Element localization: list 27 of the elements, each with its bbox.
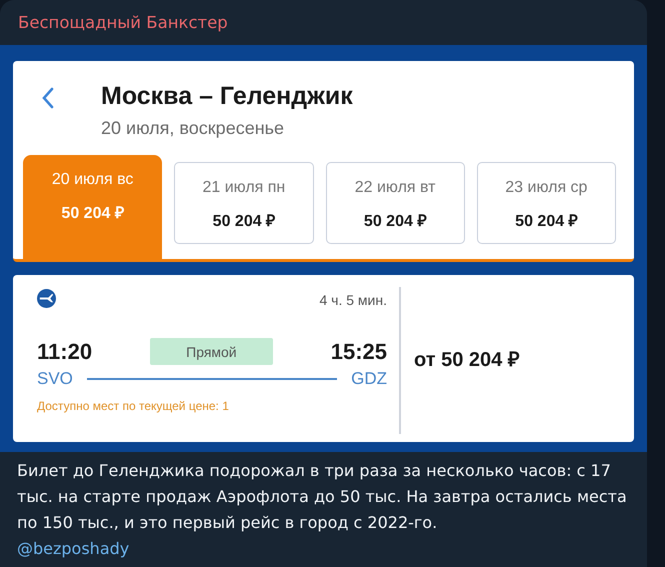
date-tab[interactable]: 23 июля ср 50 204 ₽ xyxy=(476,162,616,244)
route-date: 20 июля, воскресенье xyxy=(101,117,286,139)
seats-note: Доступно мест по текущей цене: 1 xyxy=(37,399,230,413)
airport-code: SVO xyxy=(37,369,73,389)
date-label: 20 июля вс xyxy=(52,170,134,190)
date-price: 50 204 ₽ xyxy=(61,204,124,224)
departure-time: 11:20 xyxy=(37,338,92,364)
flight-duration: 4 ч. 5 мин. xyxy=(320,292,387,308)
back-icon[interactable] xyxy=(41,87,55,109)
flight-card[interactable]: 4 ч. 5 мин. 11:20 Прямой 15:25 SVO GDZ Доступно мест по текущей цене: 1 от 50 204 ₽ xyxy=(13,275,634,442)
date-label: 22 июля вт xyxy=(354,178,436,198)
route-title: Москва – Геленджик xyxy=(101,81,353,112)
airline-logo-icon xyxy=(37,289,56,308)
date-price: 50 204 ₽ xyxy=(212,212,276,232)
date-tab[interactable]: 22 июля вт 50 204 ₽ xyxy=(326,162,465,244)
date-label: 23 июля ср xyxy=(505,178,588,198)
direct-badge: Прямой xyxy=(150,338,273,365)
post-text: Билет до Геленджика подорожал в три раза за несколько часов: с 17 тыс. на старте продаж Аэрофлота до 50 тыс. На завтра остались места по 150 тыс., и это первый рейс в город с 2022-го. xyxy=(17,460,628,534)
date-price: 50 204 ₽ xyxy=(364,212,426,232)
date-price: 50 204 ₽ xyxy=(515,212,578,232)
date-tab[interactable]: 21 июля пн 50 204 ₽ xyxy=(174,162,314,244)
arrival-time: 15:25 xyxy=(330,338,387,364)
flight-price: от 50 204 ₽ xyxy=(414,348,520,373)
date-label: 21 июля пн xyxy=(202,178,286,198)
airport-code: GDZ xyxy=(351,369,387,389)
signature-link[interactable]: @bezposhady xyxy=(17,539,130,558)
channel-name[interactable]: Беспощадный Банкстер xyxy=(0,0,647,45)
